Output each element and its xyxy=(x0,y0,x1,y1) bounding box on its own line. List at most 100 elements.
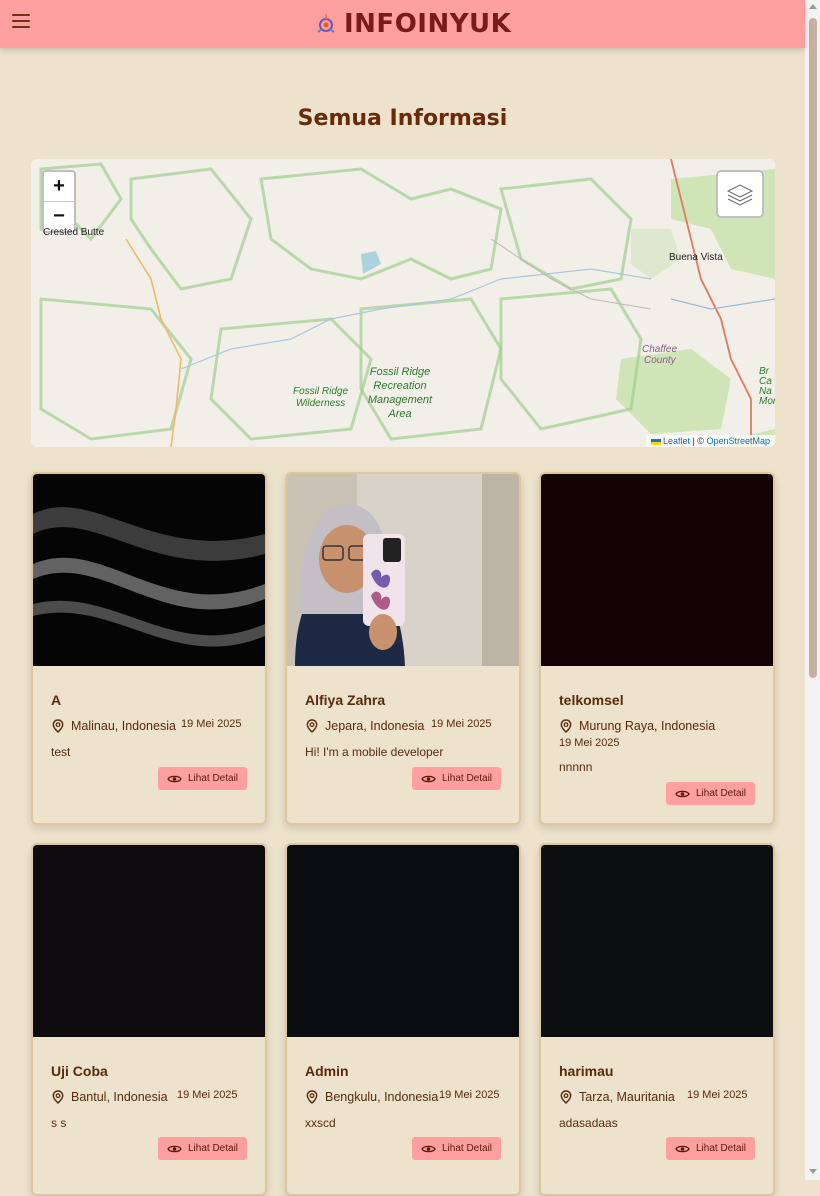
card-image xyxy=(287,845,519,1037)
scroll-up-arrow-icon[interactable] xyxy=(809,4,817,9)
map-label-crested-butte: Crested Butte xyxy=(43,227,105,238)
card-location-text: Murung Raya, Indonesia xyxy=(579,719,716,733)
map-label-line: Management xyxy=(367,394,433,406)
info-card[interactable]: Alfiya Zahra Jepara, Indonesia 19 Mei 20… xyxy=(285,472,521,825)
card-date: 19 Mei 2025 xyxy=(431,718,492,730)
map-zoom-control: + − xyxy=(42,170,76,233)
card-description: Hi! I'm a mobile developer xyxy=(305,745,444,759)
view-detail-button[interactable]: Lihat Detail xyxy=(666,1137,755,1160)
card-date: 19 Mei 2025 xyxy=(181,718,242,730)
card-title: Admin xyxy=(305,1063,349,1079)
card-title: telkomsel xyxy=(559,692,624,708)
map-label-buena-vista: Buena Vista xyxy=(669,252,723,263)
map-label-line: Wilderness xyxy=(295,398,346,409)
view-detail-button[interactable]: Lihat Detail xyxy=(412,1137,501,1160)
card-image xyxy=(541,474,773,666)
view-detail-button[interactable]: Lihat Detail xyxy=(158,1137,247,1160)
card-location-text: Malinau, Indonesia xyxy=(71,719,176,733)
eye-icon xyxy=(421,775,436,782)
map-label-fossil-ridge-wilderness: Fossil Ridge Wilderness xyxy=(293,386,348,410)
card-date: 19 Mei 2025 xyxy=(687,1089,748,1101)
info-card[interactable]: Uji Coba Bantul, Indonesia 19 Mei 2025 s… xyxy=(31,843,267,1196)
card-location-text: Tarza, Mauritania xyxy=(579,1090,675,1104)
location-pin-icon xyxy=(52,1090,64,1104)
brand-name: INFOINYUK xyxy=(344,9,512,39)
card-date: 19 Mei 2025 xyxy=(439,1089,500,1101)
card-title: Alfiya Zahra xyxy=(305,692,386,708)
map-label-line: Fossil Ridge xyxy=(293,386,349,397)
card-title: A xyxy=(51,692,62,708)
card-location: Jepara, Indonesia xyxy=(305,719,424,733)
card-location: Malinau, Indonesia xyxy=(51,719,176,733)
eye-icon xyxy=(421,1145,436,1152)
card-description: test xyxy=(51,745,71,759)
map-label-line: Recreation xyxy=(373,380,427,392)
ukraine-flag-icon xyxy=(650,438,661,445)
eye-icon xyxy=(167,1145,182,1152)
layers-icon xyxy=(726,184,754,206)
card-title: Uji Coba xyxy=(51,1063,108,1079)
map-label-line: Area xyxy=(388,408,412,420)
page-title: Semua Informasi xyxy=(297,106,508,131)
location-pin-icon xyxy=(306,1090,318,1104)
info-card[interactable]: Admin Bengkulu, Indonesia 19 Mei 2025 xx… xyxy=(285,843,521,1196)
info-card[interactable]: A Malinau, Indonesia 19 Mei 2025 test Li… xyxy=(31,472,267,825)
eye-icon xyxy=(167,775,182,782)
info-card[interactable]: telkomsel Murung Raya, Indonesia 19 Mei … xyxy=(539,472,775,825)
card-location: Bengkulu, Indonesia xyxy=(305,1090,438,1104)
card-location-text: Bengkulu, Indonesia xyxy=(325,1090,439,1104)
card-image xyxy=(33,845,265,1037)
view-detail-label: Lihat Detail xyxy=(695,788,747,799)
view-detail-button[interactable]: Lihat Detail xyxy=(666,782,755,805)
card-description: s s xyxy=(51,1116,67,1130)
card-date: 19 Mei 2025 xyxy=(177,1089,238,1101)
zoom-in-button[interactable]: + xyxy=(44,172,74,202)
info-card[interactable]: harimau Tarza, Mauritania 19 Mei 2025 ad… xyxy=(539,843,775,1196)
top-navbar: INFOINYUK xyxy=(0,0,805,48)
view-detail-button[interactable]: Lihat Detail xyxy=(158,767,247,790)
attribution-separator: | © xyxy=(689,436,707,446)
card-location: Tarza, Mauritania xyxy=(559,1090,675,1104)
card-image xyxy=(287,474,519,666)
card-image xyxy=(33,474,265,666)
map-label-line: Fossil Ridge xyxy=(369,366,431,378)
card-location-text: Jepara, Indonesia xyxy=(325,719,425,733)
layers-button[interactable] xyxy=(716,170,764,218)
location-pin-icon xyxy=(560,719,572,733)
openstreetmap-link[interactable]: OpenStreetMap xyxy=(706,436,770,446)
location-pin-icon xyxy=(52,719,64,733)
scroll-down-arrow-icon[interactable] xyxy=(809,1169,817,1174)
card-description: xxscd xyxy=(305,1116,336,1130)
card-location: Bantul, Indonesia xyxy=(51,1090,168,1104)
map-label-county: County xyxy=(644,355,676,366)
scrollbar[interactable] xyxy=(805,0,820,1180)
map-label-edge: Br Ca Na Mor xyxy=(759,367,775,407)
map-label-line: Mor xyxy=(759,396,775,407)
view-detail-button[interactable]: Lihat Detail xyxy=(412,767,501,790)
card-location-text: Bantul, Indonesia xyxy=(71,1090,168,1104)
card-date: 19 Mei 2025 xyxy=(559,737,620,749)
card-description: adasadaas xyxy=(559,1116,618,1130)
map[interactable]: + − Crested Butte Buena Vista Chaffee Co… xyxy=(31,159,775,447)
scrollbar-thumb[interactable] xyxy=(809,18,817,678)
eye-icon xyxy=(675,1145,690,1152)
card-description: nnnnn xyxy=(559,760,593,774)
map-attribution: Leaflet | © OpenStreetMap xyxy=(645,435,775,447)
view-detail-label: Lihat Detail xyxy=(441,1143,493,1154)
view-detail-label: Lihat Detail xyxy=(441,773,493,784)
map-label-fossil-ridge-recreation-area: Fossil Ridge Recreation Management Area xyxy=(361,365,439,421)
view-detail-label: Lihat Detail xyxy=(187,1143,239,1154)
card-title: harimau xyxy=(559,1063,614,1079)
card-location: Murung Raya, Indonesia xyxy=(559,719,715,733)
logo-icon xyxy=(317,14,335,33)
location-pin-icon xyxy=(560,1090,572,1104)
view-detail-label: Lihat Detail xyxy=(187,773,239,784)
hamburger-menu-icon[interactable] xyxy=(12,14,30,30)
location-pin-icon xyxy=(306,719,318,733)
view-detail-label: Lihat Detail xyxy=(695,1143,747,1154)
leaflet-link[interactable]: Leaflet xyxy=(663,436,690,446)
brand[interactable]: INFOINYUK xyxy=(314,8,511,40)
map-label-chaffee: Chaffee xyxy=(642,344,678,355)
eye-icon xyxy=(675,790,690,797)
card-image xyxy=(541,845,773,1037)
